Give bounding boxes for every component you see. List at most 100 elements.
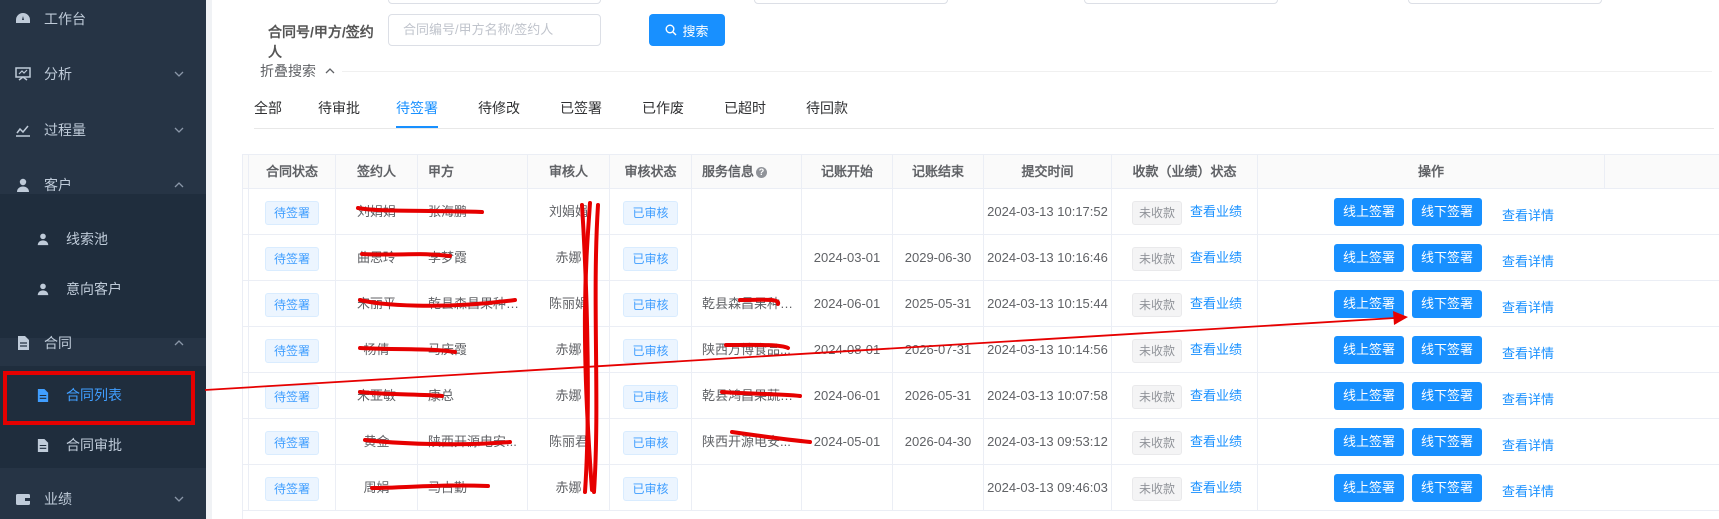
sidebar-item-process[interactable]: 过程量 <box>0 103 206 157</box>
view-detail-link[interactable]: 查看详情 <box>1502 481 1554 500</box>
offline-sign-button[interactable]: 线下签署 <box>1412 198 1482 226</box>
filter-field[interactable] <box>388 0 601 4</box>
view-detail-link[interactable]: 查看详情 <box>1502 343 1554 362</box>
cell-end-date <box>893 189 984 235</box>
tab-pending-payment[interactable]: 待回款 <box>806 98 848 130</box>
column-header: 记账开始 <box>802 155 893 189</box>
column-header: 审核状态 <box>610 155 692 189</box>
cell-auditor: 赤娜 <box>528 327 610 373</box>
offline-sign-button[interactable]: 线下签署 <box>1412 474 1482 502</box>
tab-all[interactable]: 全部 <box>254 98 282 130</box>
view-performance-link[interactable]: 查看业绩 <box>1190 342 1242 357</box>
online-sign-button[interactable]: 线上签署 <box>1334 428 1404 456</box>
online-sign-button[interactable]: 线上签署 <box>1334 336 1404 364</box>
table-header: 合同状态 签约人 甲方 审核人 审核状态 服务信息? 记账开始 记账结束 提交时… <box>243 155 1719 189</box>
online-sign-button[interactable]: 线上签署 <box>1334 198 1404 226</box>
offline-sign-button[interactable]: 线下签署 <box>1412 428 1482 456</box>
sidebar-item-prospects[interactable]: 意向客户 <box>0 264 206 314</box>
cell-signer: 宋亚敏 <box>336 373 418 419</box>
cell-party: 陕西开源电安... <box>418 419 528 465</box>
sidebar-item-performance[interactable]: 业绩 <box>0 472 206 519</box>
cell-start-date <box>802 465 893 511</box>
cell-service: 乾县鸿昌果蔬专... <box>692 373 802 419</box>
tab-voided[interactable]: 已作废 <box>642 98 684 130</box>
cell-payment: 未收款 查看业绩 <box>1112 281 1258 327</box>
chevron-up-icon <box>174 340 184 346</box>
cell-status: 待签署 <box>249 419 336 465</box>
cell-submitted: 2024-03-13 10:16:46 <box>984 235 1112 281</box>
collapse-search-toggle[interactable]: 折叠搜索 <box>260 61 336 81</box>
cell-auditor: 赤娜 <box>528 465 610 511</box>
table-row: 待签署 杨倩 马庆霞 赤娜 已审核 陕西万博食品... 2024-08-01 2026-07-… <box>243 327 1719 373</box>
sidebar-item-contract[interactable]: 合同 <box>0 316 206 370</box>
cell-status: 待签署 <box>249 327 336 373</box>
offline-sign-button[interactable]: 线下签署 <box>1412 290 1482 318</box>
sidebar-item-label: 业绩 <box>44 491 72 507</box>
cell-actions: 线上签署 线下签署 查看详情 <box>1334 235 1605 281</box>
cell-end-date: 2026-07-31 <box>893 327 984 373</box>
tab-pending-sign[interactable]: 待签署 <box>396 98 438 130</box>
offline-sign-button[interactable]: 线下签署 <box>1412 382 1482 410</box>
cell-service: 陕西开源电安... <box>692 419 802 465</box>
cell-actions: 线上签署 线下签署 查看详情 <box>1334 465 1605 511</box>
view-performance-link[interactable]: 查看业绩 <box>1190 250 1242 265</box>
cell-end-date: 2029-06-30 <box>893 235 984 281</box>
payment-badge: 未收款 <box>1132 338 1183 363</box>
cell-start-date: 2024-08-01 <box>802 327 893 373</box>
view-detail-link[interactable]: 查看详情 <box>1502 297 1554 316</box>
view-detail-link[interactable]: 查看详情 <box>1502 251 1554 270</box>
cell-party: 马占勤 <box>418 465 528 511</box>
sidebar-item-label: 合同列表 <box>66 387 122 403</box>
filter-field[interactable] <box>1084 0 1278 4</box>
filter-field[interactable] <box>1408 0 1602 4</box>
chart-icon <box>14 65 32 83</box>
view-performance-link[interactable]: 查看业绩 <box>1190 388 1242 403</box>
online-sign-button[interactable]: 线上签署 <box>1334 290 1404 318</box>
cell-audit-status: 已审核 <box>610 373 692 419</box>
table-row: 待签署 宋丽平 乾县森昌果种植... 陈丽娟 已审核 乾县森昌果种植... 2024-06-… <box>243 281 1719 327</box>
sidebar-item-dashboard[interactable]: 工作台 <box>0 0 206 46</box>
cell-submitted: 2024-03-13 10:17:52 <box>984 189 1112 235</box>
cell-actions: 线上签署 线下签署 查看详情 <box>1334 419 1605 465</box>
view-performance-link[interactable]: 查看业绩 <box>1190 296 1242 311</box>
cell-signer: 黄金 <box>336 419 418 465</box>
sidebar-item-contract-approval[interactable]: 合同审批 <box>0 420 206 470</box>
view-performance-link[interactable]: 查看业绩 <box>1190 204 1242 219</box>
status-badge: 待签署 <box>264 246 319 271</box>
cell-payment: 未收款 查看业绩 <box>1112 373 1258 419</box>
sidebar-item-leads[interactable]: 线索池 <box>0 214 206 264</box>
filter-field[interactable] <box>754 0 948 4</box>
sidebar-item-contract-list[interactable]: 合同列表 <box>0 370 206 420</box>
payment-badge: 未收款 <box>1132 246 1183 271</box>
contract-table: 合同状态 签约人 甲方 审核人 审核状态 服务信息? 记账开始 记账结束 提交时… <box>242 154 1719 519</box>
tab-pending-edit[interactable]: 待修改 <box>478 98 520 130</box>
search-input[interactable]: 合同编号/甲方名称/签约人 <box>388 14 601 46</box>
document-icon <box>34 386 52 404</box>
view-detail-link[interactable]: 查看详情 <box>1502 205 1554 224</box>
cell-auditor: 陈丽君 <box>528 419 610 465</box>
content-panel: 合同号/甲方/签约人 合同编号/甲方名称/签约人 搜索 折叠搜索 全部 待审批 … <box>212 0 1719 519</box>
cell-end-date: 2026-04-30 <box>893 419 984 465</box>
cell-audit-status: 已审核 <box>610 281 692 327</box>
online-sign-button[interactable]: 线上签署 <box>1334 244 1404 272</box>
sidebar-item-analysis[interactable]: 分析 <box>0 47 206 101</box>
sidebar-item-label: 工作台 <box>44 11 86 27</box>
tab-expired[interactable]: 已超时 <box>724 98 766 130</box>
online-sign-button[interactable]: 线上签署 <box>1334 474 1404 502</box>
tab-signed[interactable]: 已签署 <box>560 98 602 130</box>
help-icon[interactable]: ? <box>756 167 768 179</box>
cell-service <box>692 235 802 281</box>
tab-pending-approval[interactable]: 待审批 <box>318 98 360 130</box>
table-row: 待签署 刘娟娟 张海鹏 刘娟娟 已审核 2024-03-13 10:17:52 未收款 查看业… <box>243 189 1719 235</box>
view-detail-link[interactable]: 查看详情 <box>1502 389 1554 408</box>
cell-audit-status: 已审核 <box>610 465 692 511</box>
status-badge: 待签署 <box>264 338 319 363</box>
online-sign-button[interactable]: 线上签署 <box>1334 382 1404 410</box>
view-performance-link[interactable]: 查看业绩 <box>1190 434 1242 449</box>
sidebar-item-customer[interactable]: 客户 <box>0 158 206 212</box>
view-detail-link[interactable]: 查看详情 <box>1502 435 1554 454</box>
offline-sign-button[interactable]: 线下签署 <box>1412 336 1482 364</box>
offline-sign-button[interactable]: 线下签署 <box>1412 244 1482 272</box>
search-button[interactable]: 搜索 <box>649 14 725 46</box>
view-performance-link[interactable]: 查看业绩 <box>1190 480 1242 495</box>
